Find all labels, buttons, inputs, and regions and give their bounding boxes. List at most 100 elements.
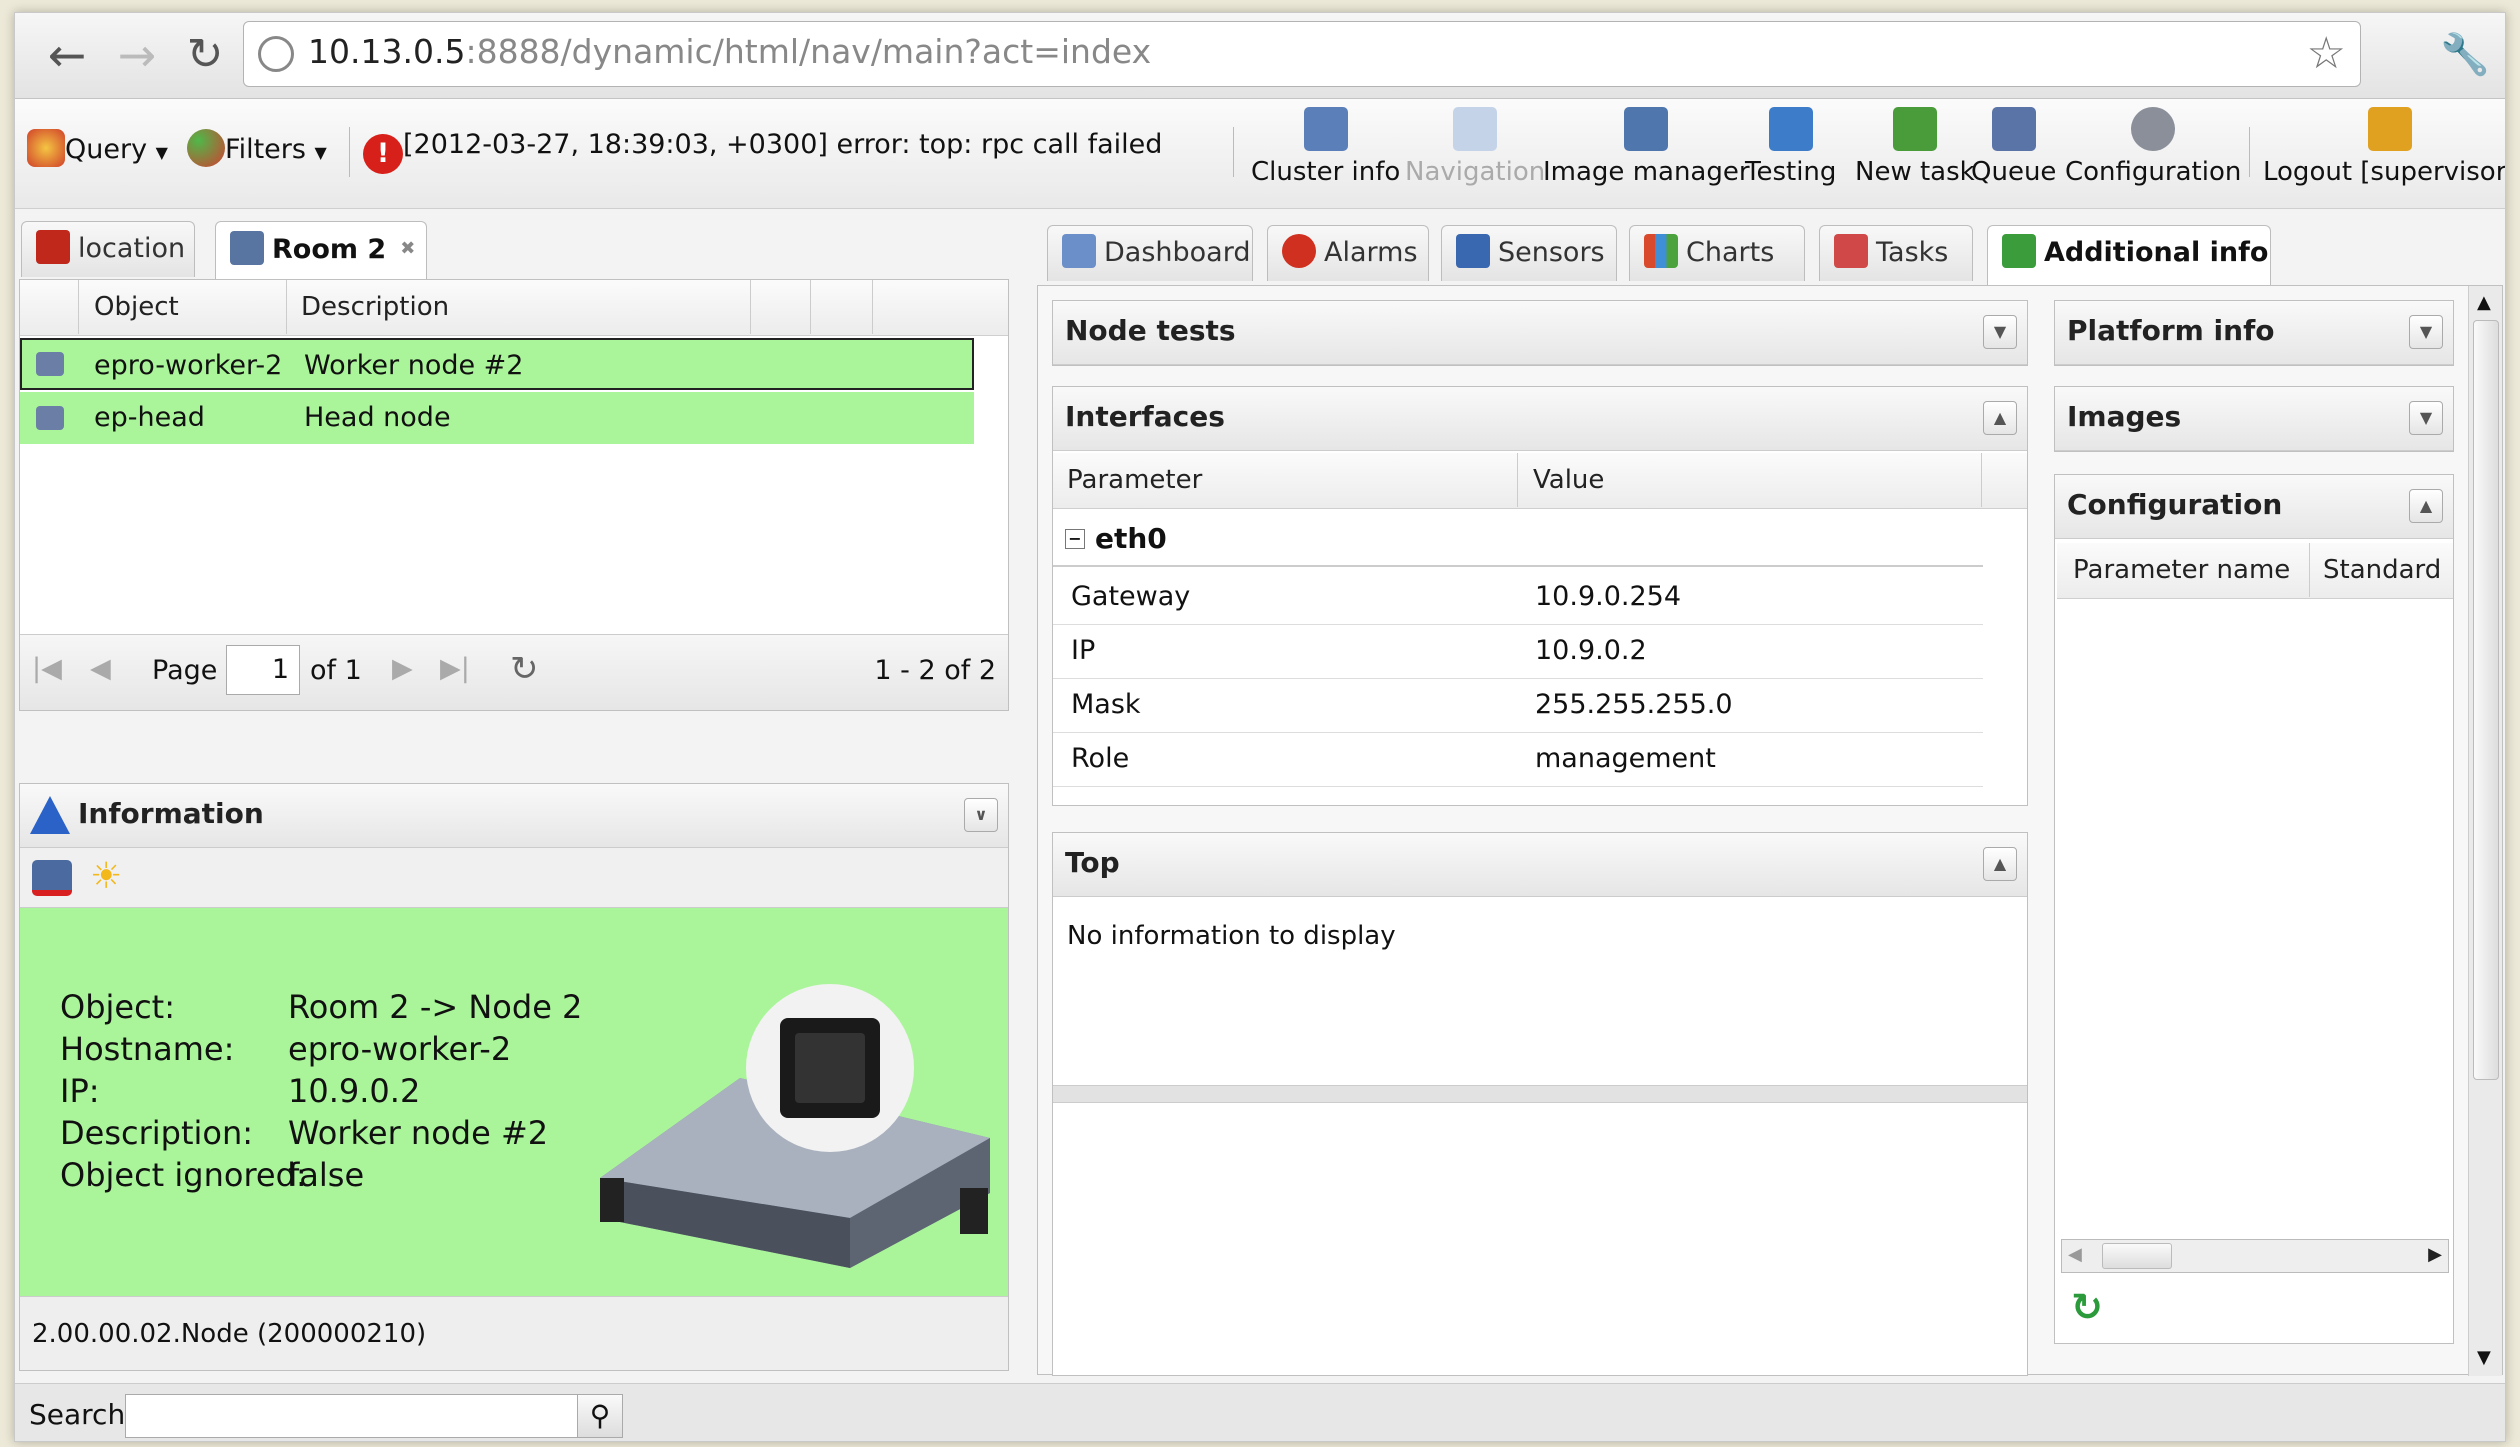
refresh-icon[interactable]: ↻ (510, 649, 539, 689)
testing-icon (1768, 107, 1813, 151)
tab-additional-info[interactable]: Additional info (1987, 225, 2271, 285)
interfaces-header: Interfaces ▲ (1053, 387, 2027, 451)
app-window: ← → ↻ 10.13.0.5:8888/dynamic/html/nav/ma… (14, 12, 2506, 1442)
field-label: Object ignored: (60, 1156, 307, 1194)
tab-dashboard[interactable]: Dashboard (1047, 225, 1253, 281)
wrench-icon[interactable]: 🔧 (2435, 25, 2495, 85)
navigation-button[interactable]: Navigation (1405, 107, 1545, 187)
group-eth0[interactable]: − eth0 (1053, 511, 1983, 567)
column-value[interactable]: Value (1533, 453, 1604, 507)
toolbar-divider (2249, 127, 2250, 177)
expand-icon[interactable]: ▼ (2409, 315, 2443, 349)
app-toolbar: Query ▼ Filters ▼ ! [2012-03-27, 18:39:03… (15, 99, 2506, 209)
query-label: Query (65, 134, 148, 165)
address-bar[interactable]: 10.13.0.5:8888/dynamic/html/nav/main?act… (243, 21, 2361, 87)
first-page-icon[interactable]: |◀ (32, 653, 62, 684)
top-empty-text: No information to display (1067, 921, 1396, 951)
error-icon: ! (363, 134, 403, 174)
sensors-icon (1456, 234, 1490, 268)
room-icon (230, 231, 264, 265)
collapse-icon[interactable]: ▲ (2409, 489, 2443, 523)
scrollbar-thumb[interactable] (2473, 320, 2499, 1080)
configuration-table-header: Parameter name Standard (2057, 543, 2453, 599)
column-parameter-name[interactable]: Parameter name (2073, 543, 2290, 597)
column-description[interactable]: Description (286, 280, 449, 334)
table-row[interactable]: ep-head Head node (20, 392, 974, 444)
next-page-icon[interactable]: ▶ (392, 653, 413, 684)
scroll-down-icon[interactable]: ▼ (2477, 1347, 2491, 1368)
testing-button[interactable]: Testing (1745, 107, 1836, 187)
collapse-icon[interactable]: ∨ (964, 798, 998, 832)
top-title: Top (1065, 846, 1120, 879)
search-icon[interactable]: ⚲ (577, 1394, 623, 1438)
tab-room-2[interactable]: Room 2 ✖ (215, 221, 427, 281)
tab-tasks[interactable]: Tasks (1819, 225, 1973, 281)
navigation-icon (1453, 107, 1498, 151)
column-parameter[interactable]: Parameter (1067, 453, 1202, 507)
scroll-up-icon[interactable]: ▲ (2477, 292, 2491, 313)
tab-sensors[interactable]: Sensors (1441, 225, 1617, 281)
bookmark-star-icon[interactable]: ☆ (2307, 28, 2346, 79)
last-page-icon[interactable]: ▶| (440, 653, 470, 684)
tab-alarms[interactable]: Alarms (1267, 225, 1429, 281)
objects-panel: location Room 2 ✖ Object Description epro… (19, 221, 1009, 711)
new-task-button[interactable]: New task (1855, 107, 1975, 187)
horizontal-scrollbar[interactable]: ◀ ▶ (2061, 1239, 2449, 1273)
vertical-scrollbar[interactable]: ▲ ▼ (2468, 286, 2502, 1376)
forward-icon[interactable]: → (107, 25, 167, 85)
scroll-left-icon[interactable]: ◀ (2068, 1244, 2082, 1265)
search-input[interactable] (125, 1394, 579, 1438)
collapse-group-icon[interactable]: − (1065, 529, 1085, 549)
tab-charts[interactable]: Charts (1629, 225, 1805, 281)
table-row[interactable]: Role management (1053, 733, 1983, 787)
table-row[interactable]: IP 10.9.0.2 (1053, 625, 1983, 679)
column-standard[interactable]: Standard (2323, 543, 2441, 597)
tab-location[interactable]: location (21, 221, 195, 277)
refresh-icon[interactable]: ↻ (2071, 1285, 2103, 1329)
tab-additional-info-label: Additional info (2044, 237, 2269, 268)
scroll-right-icon[interactable]: ▶ (2428, 1244, 2442, 1265)
table-row[interactable]: Gateway 10.9.0.254 (1053, 571, 1983, 625)
collapse-icon[interactable]: ▲ (1983, 401, 2017, 435)
collapse-icon[interactable]: ▲ (1983, 847, 2017, 881)
chevron-down-icon: ▼ (155, 143, 168, 162)
configuration-label: Configuration (2065, 157, 2242, 187)
table-row[interactable]: Mask 255.255.255.0 (1053, 679, 1983, 733)
filters-label: Filters (225, 134, 306, 165)
toolbar-divider (1233, 127, 1234, 177)
tab-room-2-label: Room 2 (272, 234, 387, 265)
logout-label: Logout [supervisor] (2263, 157, 2506, 187)
image-manager-button[interactable]: Image manager (1543, 107, 1750, 187)
tab-sensors-label: Sensors (1498, 237, 1605, 268)
images-header: Images ▼ (2055, 387, 2453, 451)
interfaces-table-header: Parameter Value (1053, 453, 2027, 509)
delete-icon[interactable] (32, 860, 72, 896)
image-manager-icon (1624, 107, 1669, 151)
top-splitter[interactable] (1053, 1085, 2027, 1103)
filters-menu[interactable]: Filters ▼ (187, 129, 327, 167)
reload-icon[interactable]: ↻ (175, 25, 235, 85)
additional-info-icon (2002, 234, 2036, 268)
configuration-title: Configuration (2067, 488, 2283, 521)
close-icon[interactable]: ✖ (400, 238, 415, 259)
scrollbar-thumb[interactable] (2102, 1243, 2172, 1269)
configuration-icon (2131, 107, 2176, 151)
queue-button[interactable]: Queue (1971, 107, 2056, 187)
configuration-button[interactable]: Configuration (2065, 107, 2241, 187)
table-row[interactable]: epro-worker-2 Worker node #2 (20, 338, 974, 390)
back-icon[interactable]: ← (37, 25, 97, 85)
query-menu[interactable]: Query ▼ (27, 129, 168, 167)
page-input[interactable]: 1 (226, 645, 300, 695)
expand-icon[interactable]: ▼ (1983, 315, 2017, 349)
expand-icon[interactable]: ▼ (2409, 401, 2443, 435)
tab-alarms-label: Alarms (1324, 237, 1418, 268)
row-value: 255.255.255.0 (1535, 689, 1733, 720)
row-param: Mask (1071, 689, 1141, 720)
field-value: Worker node #2 (288, 1114, 549, 1152)
column-object[interactable]: Object (94, 280, 179, 334)
lightbulb-icon[interactable]: ☀ (90, 856, 122, 897)
prev-page-icon[interactable]: ◀ (90, 653, 111, 684)
cluster-info-button[interactable]: Cluster info (1251, 107, 1400, 187)
logout-button[interactable]: Logout [supervisor] (2263, 107, 2506, 187)
navigation-label: Navigation (1405, 157, 1546, 187)
